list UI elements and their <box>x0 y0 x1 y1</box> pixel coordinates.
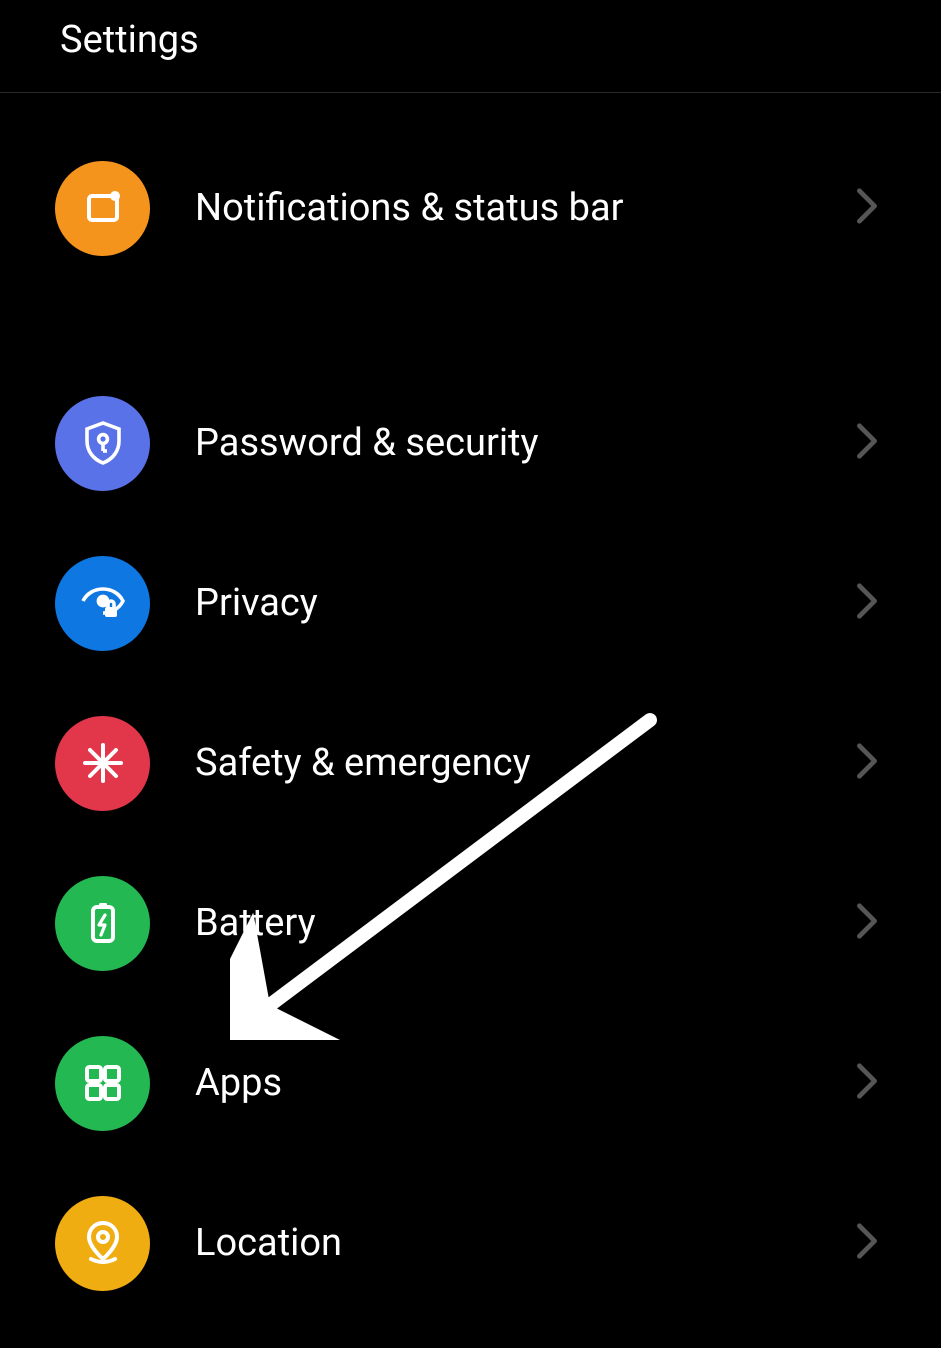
settings-item-apps[interactable]: Apps <box>0 1003 941 1163</box>
shield-key-icon <box>55 396 150 491</box>
settings-item-location[interactable]: Location <box>0 1163 941 1323</box>
settings-item-label: Apps <box>195 1061 853 1105</box>
location-pin-icon <box>55 1196 150 1291</box>
chevron-right-icon <box>853 187 881 229</box>
page-title: Settings <box>60 18 881 62</box>
chevron-right-icon <box>853 1062 881 1104</box>
chevron-right-icon <box>853 742 881 784</box>
notifications-icon <box>55 161 150 256</box>
settings-item-label: Password & security <box>195 421 853 465</box>
settings-item-battery[interactable]: Battery <box>0 843 941 1003</box>
apps-grid-icon <box>55 1036 150 1131</box>
settings-item-notifications[interactable]: Notifications & status bar <box>0 128 941 288</box>
chevron-right-icon <box>853 422 881 464</box>
settings-item-label: Battery <box>195 901 853 945</box>
settings-item-label: Location <box>195 1221 853 1265</box>
medical-icon <box>55 716 150 811</box>
page-header: Settings <box>0 0 941 92</box>
eye-lock-icon <box>55 556 150 651</box>
settings-item-safety-emergency[interactable]: Safety & emergency <box>0 683 941 843</box>
chevron-right-icon <box>853 582 881 624</box>
settings-item-label: Safety & emergency <box>195 741 853 785</box>
settings-item-privacy[interactable]: Privacy <box>0 523 941 683</box>
settings-item-label: Privacy <box>195 581 853 625</box>
chevron-right-icon <box>853 902 881 944</box>
settings-item-label: Notifications & status bar <box>195 186 853 230</box>
chevron-right-icon <box>853 1222 881 1264</box>
battery-icon <box>55 876 150 971</box>
settings-list: Notifications & status bar Password & se… <box>0 93 941 1323</box>
settings-item-password-security[interactable]: Password & security <box>0 363 941 523</box>
